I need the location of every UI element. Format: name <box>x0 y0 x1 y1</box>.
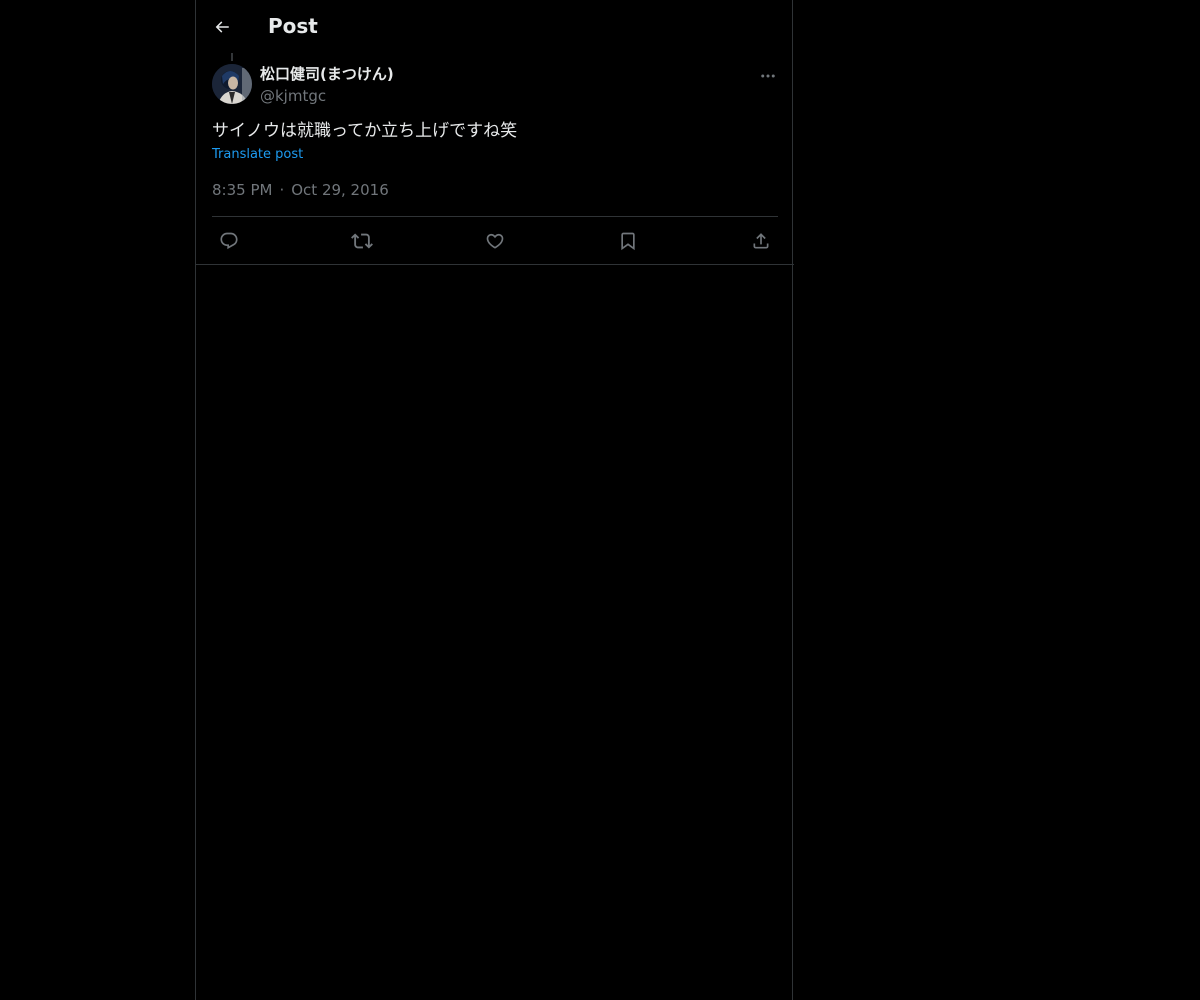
post-time[interactable]: 8:35 PM <box>212 180 272 200</box>
header: Post <box>196 0 794 53</box>
more-dots-icon <box>759 67 777 85</box>
avatar-image <box>212 64 252 104</box>
reply-icon <box>219 231 239 251</box>
avatar[interactable] <box>212 64 252 104</box>
page-title: Post <box>268 14 318 38</box>
repost-button[interactable] <box>345 224 379 258</box>
bookmark-button[interactable] <box>611 224 645 258</box>
post-actions-bar <box>212 217 778 264</box>
share-icon <box>751 231 771 251</box>
like-button[interactable] <box>478 224 512 258</box>
author-display-name[interactable]: 松口健司(まつけん) <box>260 64 394 84</box>
thread-connector-line <box>231 53 233 61</box>
post-text: サイノウは就職ってか立ち上げですね笑 <box>212 121 518 141</box>
author-handle[interactable]: @kjmtgc <box>260 86 326 106</box>
reply-button[interactable] <box>212 224 246 258</box>
post-timestamp: 8:35 PM · Oct 29, 2016 <box>212 180 389 200</box>
post-date[interactable]: Oct 29, 2016 <box>291 180 389 200</box>
share-button[interactable] <box>744 224 778 258</box>
translate-post-link[interactable]: Translate post <box>212 146 303 164</box>
heart-icon <box>485 231 505 251</box>
repost-icon <box>351 230 373 252</box>
post-column: Post 松口健司(まつけん) @kjmtgc サイノウは就職ってか立ち上げです… <box>195 0 794 1000</box>
back-button[interactable] <box>206 11 238 43</box>
meta-separator: · <box>279 181 285 199</box>
post-bottom-divider <box>196 264 794 265</box>
more-options-button[interactable] <box>756 64 780 88</box>
arrow-left-icon <box>213 18 231 36</box>
bookmark-icon <box>618 231 638 251</box>
